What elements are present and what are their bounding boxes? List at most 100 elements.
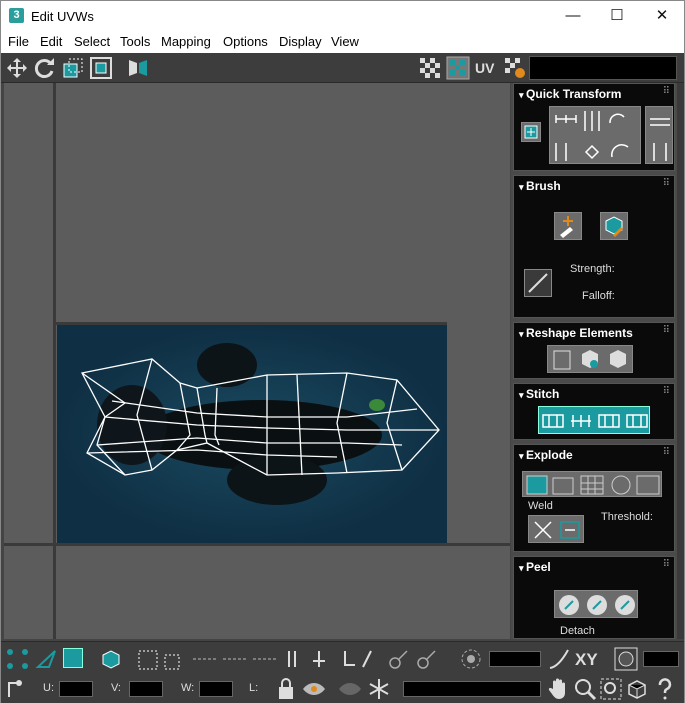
checker-icon[interactable] — [418, 56, 442, 80]
explode-title[interactable]: Explode — [519, 448, 573, 462]
l-label: L: — [249, 682, 259, 694]
close-button[interactable]: ✕ — [639, 1, 685, 31]
menu-edit[interactable]: Edit — [40, 34, 62, 49]
uv-label[interactable]: UV — [475, 56, 494, 80]
stitch-buttons[interactable] — [538, 406, 650, 434]
paint-select-icon[interactable] — [387, 647, 443, 671]
loop-ring-icon[interactable] — [191, 647, 281, 671]
hide-show-icon[interactable] — [301, 677, 327, 701]
menu-select[interactable]: Select — [74, 34, 110, 49]
explode-buttons[interactable] — [522, 471, 662, 497]
soft-selection-value[interactable] — [489, 651, 541, 667]
bottom-toolbar: XY — [1, 641, 684, 675]
mirror-icon[interactable] — [125, 56, 151, 80]
reshape-buttons[interactable] — [547, 345, 633, 373]
explode-rollout: Explode ⠿ Weld Threshold: — [513, 444, 675, 552]
weld-buttons[interactable] — [528, 515, 584, 543]
falloff-type-icon[interactable] — [547, 647, 571, 671]
drag-handle-icon[interactable]: ⠿ — [663, 178, 670, 189]
grid-line — [4, 543, 510, 546]
w-label: W: — [181, 682, 195, 694]
u-value-field[interactable] — [59, 681, 93, 697]
rotate-icon[interactable] — [33, 56, 57, 80]
vertex-select-icon[interactable] — [5, 647, 31, 671]
soft-selection-icon[interactable] — [459, 647, 483, 671]
paint-move-icon — [560, 216, 573, 238]
title-bar: 3 Edit UVWs — ☐ ✕ — [1, 1, 684, 31]
weld-icons — [534, 521, 580, 539]
edge-distance-value[interactable] — [643, 651, 679, 667]
freeform-icon[interactable] — [89, 56, 113, 80]
edge-select-icon[interactable] — [35, 647, 59, 671]
pan-icon[interactable] — [547, 677, 571, 701]
checker-settings-icon[interactable] — [503, 56, 527, 80]
quick-transform-title[interactable]: Quick Transform — [519, 87, 621, 101]
drag-handle-icon[interactable]: ⠿ — [663, 86, 670, 97]
select-tools-icon[interactable] — [283, 647, 373, 671]
grid-line — [53, 83, 56, 639]
threshold-label: Threshold: — [601, 511, 653, 523]
relax-brush-button[interactable] — [600, 212, 628, 240]
strength-label: Strength: — [570, 263, 615, 275]
stitch-title[interactable]: Stitch — [519, 387, 559, 401]
app-icon: 3 — [9, 8, 24, 23]
element-select-icon[interactable] — [99, 647, 123, 671]
scale-icon[interactable] — [61, 56, 85, 80]
menu-view[interactable]: View — [331, 34, 359, 49]
align-center-icon — [524, 125, 538, 139]
right-panel: Quick Transform ⠿ Brush ⠿ Strength: Fall… — [511, 83, 684, 639]
minimize-button[interactable]: — — [550, 1, 596, 31]
right-panel-scrollbar[interactable] — [677, 83, 684, 639]
quick-transform-rollout: Quick Transform ⠿ — [513, 83, 675, 171]
quick-transform-buttons[interactable] — [549, 106, 641, 164]
texture-checker-icon[interactable] — [446, 56, 470, 80]
peel-title[interactable]: Peel — [519, 560, 551, 574]
window-title: Edit UVWs — [31, 9, 94, 24]
zoom-icon[interactable] — [573, 677, 597, 701]
filter-field[interactable] — [403, 681, 541, 697]
maximize-button[interactable]: ☐ — [594, 1, 640, 31]
texture-dropdown[interactable] — [529, 56, 677, 80]
unhide-icon[interactable] — [337, 677, 363, 701]
brush-title[interactable]: Brush — [519, 179, 561, 193]
brush-falloff-button[interactable] — [524, 269, 552, 297]
menu-display[interactable]: Display — [279, 34, 322, 49]
drag-handle-icon[interactable]: ⠿ — [663, 559, 670, 570]
freeze-icon[interactable] — [367, 677, 391, 701]
brush-rollout: Brush ⠿ Strength: Falloff: — [513, 175, 675, 318]
v-label: V: — [111, 682, 121, 694]
uv-viewport[interactable] — [4, 83, 510, 639]
menu-file[interactable]: File — [8, 34, 29, 49]
face-select-icon[interactable] — [63, 648, 83, 668]
reshape-elements-rollout: Reshape Elements ⠿ — [513, 322, 675, 379]
align-center-button[interactable] — [521, 122, 541, 142]
paint-move-button[interactable] — [554, 212, 582, 240]
status-bar: U: V: W: L: — [1, 675, 684, 703]
absolute-offset-icon[interactable] — [5, 677, 31, 701]
zoom-region-icon[interactable] — [599, 677, 623, 701]
grow-shrink-icon[interactable] — [137, 647, 187, 671]
uv-texture-background — [57, 325, 447, 543]
move-icon[interactable] — [5, 56, 29, 80]
peel-buttons[interactable] — [554, 590, 638, 618]
u-label: U: — [43, 682, 54, 694]
reshape-elements-title[interactable]: Reshape Elements — [519, 326, 633, 340]
zoom-extents-icon[interactable] — [625, 677, 649, 701]
help-icon[interactable] — [653, 677, 677, 701]
menu-options[interactable]: Options — [223, 34, 268, 49]
edge-distance-icon[interactable] — [613, 646, 639, 672]
drag-handle-icon[interactable]: ⠿ — [663, 447, 670, 458]
xy-label[interactable]: XY — [575, 650, 598, 670]
drag-handle-icon[interactable]: ⠿ — [663, 325, 670, 336]
explode-icons — [526, 475, 660, 495]
lock-icon[interactable] — [275, 677, 297, 701]
relax-brush-icon — [605, 216, 623, 237]
v-value-field[interactable] — [129, 681, 163, 697]
stitch-icons — [542, 414, 648, 428]
menu-tools[interactable]: Tools — [120, 34, 150, 49]
drag-handle-icon[interactable]: ⠿ — [663, 386, 670, 397]
straighten-button[interactable] — [645, 106, 673, 164]
menu-mapping[interactable]: Mapping — [161, 34, 211, 49]
w-value-field[interactable] — [199, 681, 233, 697]
straighten-icon — [650, 118, 670, 161]
